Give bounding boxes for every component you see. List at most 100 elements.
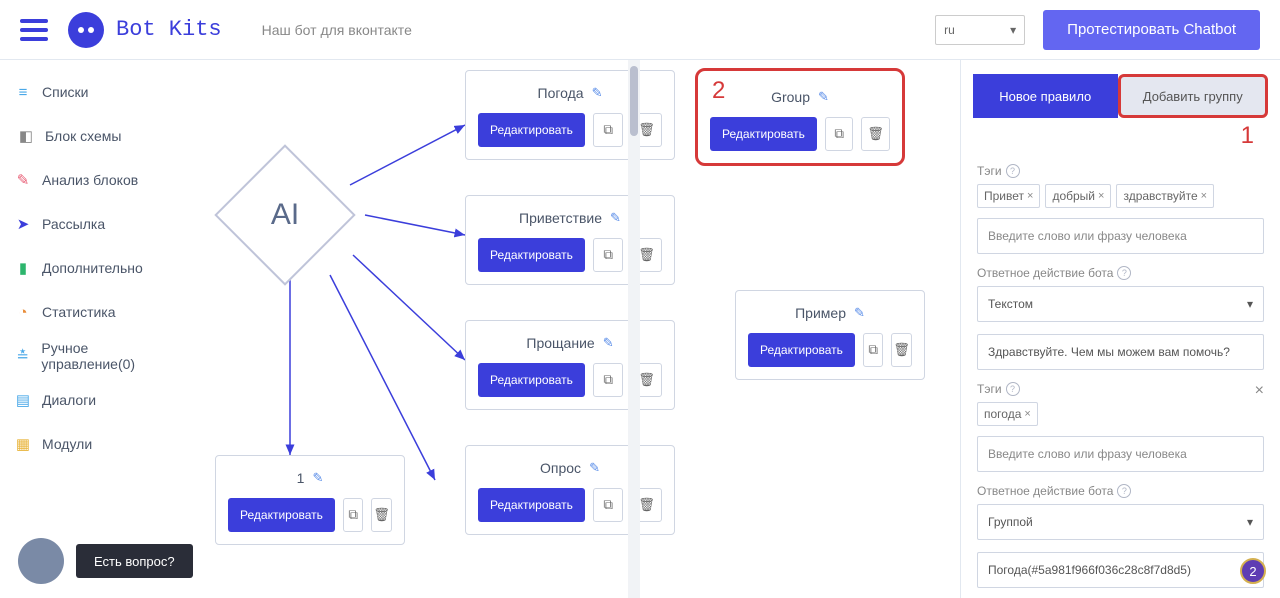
- edit-button[interactable]: Редактировать: [478, 488, 585, 522]
- sidebar-item-dialogs[interactable]: ▤ Диалоги: [0, 378, 195, 422]
- sidebar-item-label: Списки: [42, 84, 88, 100]
- rules-panel: Новое правило Добавить группу 1 Тэги? Пр…: [960, 60, 1280, 598]
- sidebar-item-label: Модули: [42, 436, 92, 452]
- sidebar-item-label: Дополнительно: [42, 260, 143, 276]
- edit-button[interactable]: Редактировать: [748, 333, 855, 367]
- more-icon: ▮: [14, 259, 32, 277]
- pencil-icon[interactable]: ✎: [592, 85, 603, 101]
- close-icon[interactable]: ×: [1201, 190, 1207, 202]
- sidebar: ≡Списки ◧ Блок схемы ✎Анализ блоков ➤ Расс…: [0, 60, 195, 598]
- edit-button[interactable]: Редактировать: [478, 113, 585, 147]
- action-label: Ответное действие бота?: [977, 266, 1264, 280]
- block-title: Пример: [795, 305, 846, 321]
- block-title: 1: [297, 470, 305, 486]
- tab-add-group-highlighted[interactable]: Добавить группу: [1118, 74, 1269, 118]
- canvas-scrollbar[interactable]: [628, 60, 640, 598]
- tag-item[interactable]: погода×: [977, 402, 1038, 426]
- help-icon[interactable]: ?: [1006, 382, 1020, 396]
- trash-icon[interactable]: 🗑: [371, 498, 392, 532]
- copy-icon[interactable]: ⧉: [593, 238, 624, 272]
- help-icon[interactable]: ?: [1006, 164, 1020, 178]
- sidebar-item-label: Рассылка: [42, 216, 105, 232]
- tab-new-rule[interactable]: Новое правило: [973, 74, 1118, 118]
- lang-select[interactable]: ru ▾: [935, 15, 1025, 45]
- bot-name: Наш бот для вконтакте: [262, 22, 412, 38]
- copy-icon[interactable]: ⧉: [343, 498, 364, 532]
- help-icon[interactable]: ?: [1117, 484, 1131, 498]
- chevron-down-icon: ▾: [1010, 23, 1016, 37]
- sidebar-item-lists[interactable]: ≡Списки: [0, 70, 195, 114]
- copy-icon[interactable]: ⧉: [593, 113, 624, 147]
- help-widget[interactable]: Есть вопрос?: [18, 538, 193, 584]
- edit-button[interactable]: Редактировать: [478, 363, 585, 397]
- logo-icon: [68, 12, 104, 48]
- edit-button[interactable]: Редактировать: [710, 117, 817, 151]
- copy-icon[interactable]: ⧉: [825, 117, 854, 151]
- chevron-down-icon: ▾: [1247, 515, 1253, 529]
- action-select[interactable]: Текстом▾: [977, 286, 1264, 322]
- tag-item[interactable]: добрый×: [1045, 184, 1111, 208]
- menu-toggle-icon[interactable]: [20, 19, 48, 41]
- block-title: Погода: [538, 85, 584, 101]
- chevron-down-icon: ▾: [1247, 297, 1253, 311]
- rule-block: × Тэги? погода× Введите слово или фразу …: [977, 382, 1264, 588]
- pencil-icon[interactable]: ✎: [610, 210, 621, 226]
- test-chatbot-button[interactable]: Протестировать Chatbot: [1043, 10, 1260, 50]
- close-icon[interactable]: ×: [1098, 190, 1104, 202]
- step-badge[interactable]: 2: [1240, 558, 1266, 584]
- pencil-icon[interactable]: ✎: [854, 305, 865, 321]
- block-title: Прощание: [526, 335, 594, 351]
- close-icon[interactable]: ×: [1027, 190, 1033, 202]
- edit-button[interactable]: Редактировать: [478, 238, 585, 272]
- sidebar-item-flowcharts[interactable]: ◧ Блок схемы: [0, 114, 195, 158]
- close-icon[interactable]: ×: [1024, 408, 1030, 420]
- block-survey[interactable]: Опрос✎ Редактировать ⧉ 🗑: [465, 445, 675, 535]
- tag-item[interactable]: здравствуйте×: [1116, 184, 1214, 208]
- action-select[interactable]: Группой▾: [977, 504, 1264, 540]
- block-greeting[interactable]: Приветствие✎ Редактировать ⧉ 🗑: [465, 195, 675, 285]
- copy-icon[interactable]: ⧉: [593, 488, 624, 522]
- sidebar-item-label: Диалоги: [42, 392, 96, 408]
- tag-item[interactable]: Привет×: [977, 184, 1040, 208]
- sidebar-item-analysis[interactable]: ✎Анализ блоков: [0, 158, 195, 202]
- help-icon[interactable]: ?: [1117, 266, 1131, 280]
- block-example[interactable]: Пример ✎ Редактировать ⧉ 🗑: [735, 290, 925, 380]
- sidebar-item-modules[interactable]: ▦Модули: [0, 422, 195, 466]
- block-one[interactable]: 1 ✎ Редактировать ⧉ 🗑: [215, 455, 405, 545]
- edit-button[interactable]: Редактировать: [228, 498, 335, 532]
- sidebar-item-broadcast[interactable]: ➤ Рассылка: [0, 202, 195, 246]
- annotation-1: 1: [961, 122, 1280, 150]
- sidebar-item-more[interactable]: ▮ Дополнительно: [0, 246, 195, 290]
- trash-icon[interactable]: 🗑: [861, 117, 890, 151]
- sidebar-item-label: Блок схемы: [45, 128, 121, 144]
- pencil-icon[interactable]: ✎: [818, 89, 829, 105]
- sidebar-item-stats[interactable]: ◔Статистика: [0, 290, 195, 334]
- copy-icon[interactable]: ⧉: [593, 363, 624, 397]
- phrase-input[interactable]: Введите слово или фразу человека: [977, 436, 1264, 472]
- block-farewell[interactable]: Прощание✎ Редактировать ⧉ 🗑: [465, 320, 675, 410]
- action-label: Ответное действие бота?: [977, 484, 1264, 498]
- lang-value: ru: [944, 23, 955, 37]
- pencil-icon[interactable]: ✎: [603, 335, 614, 351]
- ai-node[interactable]: AI: [215, 145, 355, 285]
- flowchart-icon: ◧: [17, 127, 35, 145]
- pencil-icon[interactable]: ✎: [589, 460, 600, 476]
- copy-icon[interactable]: ⧉: [863, 333, 884, 367]
- chat-icon: ▤: [14, 391, 32, 409]
- block-group-highlighted[interactable]: 2 Group✎ Редактировать ⧉ 🗑: [695, 68, 905, 166]
- close-icon[interactable]: ×: [1255, 382, 1264, 400]
- sidebar-item-manual[interactable]: ≛Ручное управление(0): [0, 334, 195, 378]
- phrase-input[interactable]: Введите слово или фразу человека: [977, 218, 1264, 254]
- sidebar-item-label: Ручное управление(0): [41, 340, 181, 372]
- send-icon: ➤: [14, 215, 32, 233]
- pencil-icon[interactable]: ✎: [312, 470, 323, 486]
- trash-icon[interactable]: 🗑: [891, 333, 912, 367]
- response-input[interactable]: Здравствуйте. Чем мы можем вам помочь?: [977, 334, 1264, 370]
- block-title: Опрос: [540, 460, 581, 476]
- block-weather[interactable]: Погода✎ Редактировать ⧉ 🗑: [465, 70, 675, 160]
- header: Bot Kits Наш бот для вконтакте ru ▾ Прот…: [0, 0, 1280, 60]
- stats-icon: ◔: [14, 303, 32, 321]
- logo-text: Bot Kits: [116, 17, 222, 42]
- flow-canvas[interactable]: AI Погода ✎ Редактировать ⧉ 🗑 Приветствие…: [195, 60, 960, 598]
- group-select[interactable]: Погода(#5a981f966f036c28c8f7d8d5)▾: [977, 552, 1264, 588]
